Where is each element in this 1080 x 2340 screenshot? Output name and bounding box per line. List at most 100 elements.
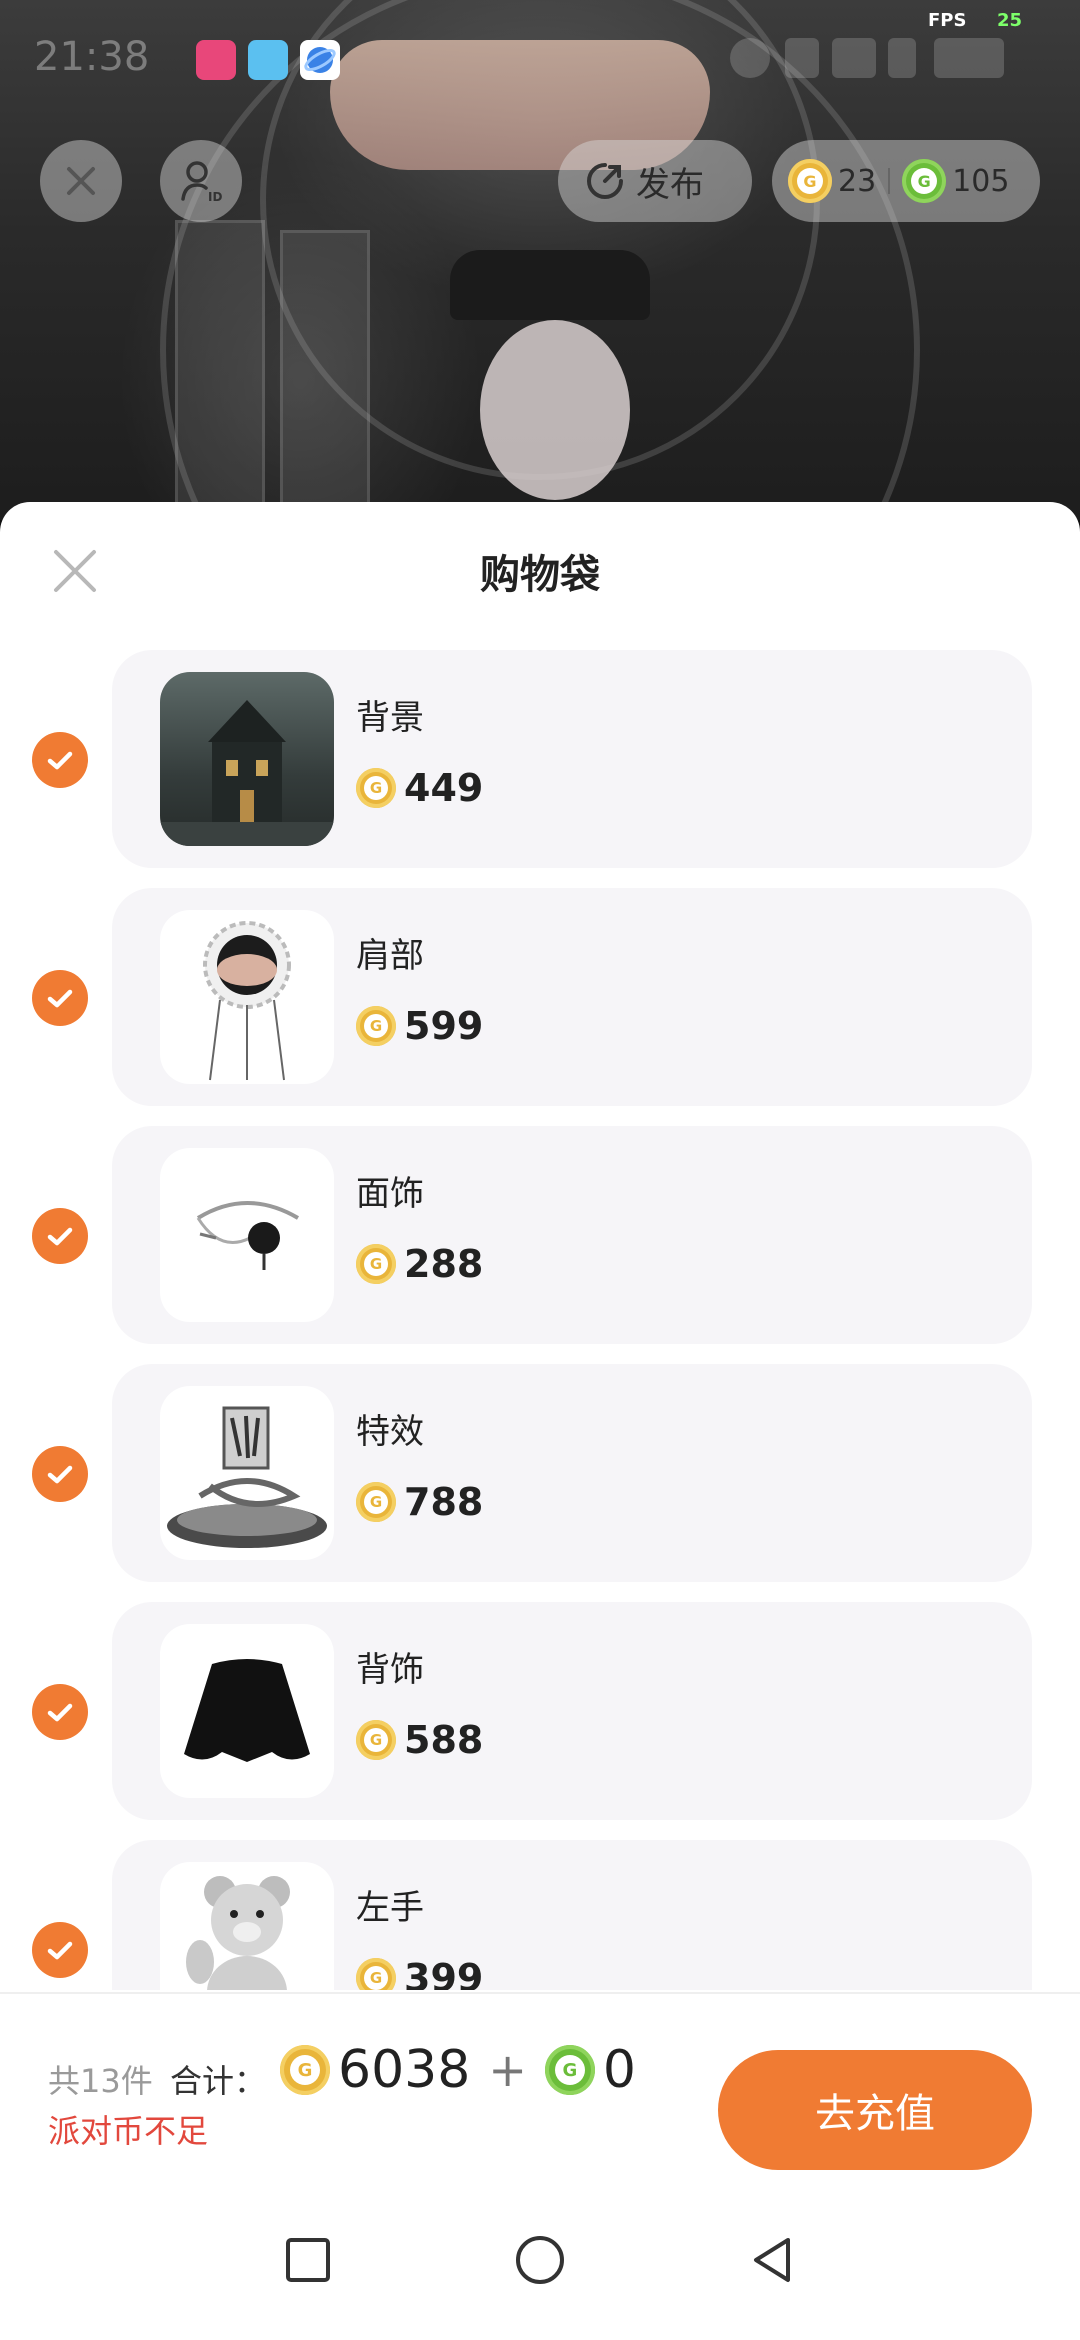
teddy-bear-thumbnail [160, 1862, 334, 1990]
mute-icon [785, 38, 819, 78]
square-icon [286, 2238, 330, 2282]
face-chain-thumbnail [160, 1148, 334, 1322]
recents-button[interactable] [278, 2230, 338, 2290]
checkmark-icon [47, 1465, 73, 1484]
checkmark-icon [47, 1703, 73, 1722]
effect-swirl-thumbnail [160, 1386, 334, 1560]
gold-coin-icon: G [356, 1482, 396, 1522]
checkmark-icon [47, 1941, 73, 1960]
globe-app-icon [300, 40, 340, 80]
item-card[interactable]: 背饰 G 588 [112, 1602, 1032, 1820]
gold-coin-icon: G [280, 2045, 330, 2095]
cart-item: 左手 G 399 [0, 1840, 1080, 1990]
item-name: 背景 [356, 698, 424, 738]
green-balance: 105 [952, 163, 1010, 199]
video-app-icon [196, 40, 236, 80]
item-card[interactable]: 左手 G 399 [112, 1840, 1032, 1990]
item-checkbox[interactable] [32, 1922, 88, 1978]
checkmark-icon [47, 751, 73, 770]
item-price-value: 588 [404, 1718, 484, 1762]
checkout-bar: 共13件 合计： G 6038 + G 0 派对币不足 去充值 [0, 1992, 1080, 2170]
battery-icon [934, 38, 1004, 78]
green-coin-icon: G [902, 159, 947, 203]
item-checkbox[interactable] [32, 970, 88, 1026]
item-price: G 599 [356, 1004, 483, 1048]
publish-icon [587, 163, 623, 199]
svg-text:ID: ID [208, 190, 222, 204]
item-checkbox[interactable] [32, 1446, 88, 1502]
item-price-value: 288 [404, 1242, 484, 1286]
book-app-icon [248, 40, 288, 80]
item-count: 共13件 [48, 2062, 153, 2100]
signal-icon [888, 38, 916, 78]
gold-total: 6038 [338, 2040, 471, 2100]
item-name: 特效 [356, 1412, 424, 1452]
item-card[interactable]: 特效 G 788 [112, 1364, 1032, 1582]
circle-icon [516, 2236, 564, 2284]
item-price-value: 399 [404, 1956, 484, 1990]
gold-coin-icon: G [788, 159, 832, 203]
item-name: 面饰 [356, 1174, 424, 1214]
item-price: G 449 [356, 766, 483, 810]
total-label: 合计： [170, 2062, 267, 2100]
item-name: 背饰 [356, 1650, 424, 1690]
gold-coin-icon: G [356, 768, 396, 808]
green-coin-icon: G [544, 2045, 595, 2095]
item-card[interactable]: 面饰 G 288 [112, 1126, 1032, 1344]
item-price: G 288 [356, 1242, 483, 1286]
item-checkbox[interactable] [32, 1208, 88, 1264]
fps-value: 25 [997, 10, 1023, 31]
item-price: G 788 [356, 1480, 483, 1524]
item-price-value: 599 [404, 1004, 484, 1048]
cart-item-list[interactable]: 背景 G 449 肩部 G 599 面饰 G 288 特效 G 788 背饰 G… [0, 650, 1080, 1990]
item-name: 左手 [356, 1888, 424, 1928]
cart-item: 背景 G 449 [0, 650, 1080, 868]
gold-balance: 23 [838, 163, 877, 199]
cart-item: 特效 G 788 [0, 1364, 1080, 1582]
user-id-icon: ID [181, 161, 222, 204]
publish-button[interactable]: 发布 [558, 140, 752, 222]
currency-balance[interactable]: G 23 G 105 [772, 140, 1040, 222]
gold-coin-icon: G [356, 1720, 396, 1760]
checkmark-icon [47, 1227, 73, 1246]
user-id-button[interactable]: ID [160, 140, 242, 222]
recharge-button[interactable]: 去充值 [718, 2050, 1032, 2170]
publish-label: 发布 [636, 164, 704, 205]
close-icon [67, 167, 95, 195]
green-total: 0 [602, 2040, 636, 2100]
balance-divider [888, 168, 891, 194]
wifi-icon [832, 38, 876, 78]
item-price: G 588 [356, 1718, 483, 1762]
insufficient-funds-warning: 派对币不足 [48, 2112, 209, 2150]
total-amount: G 6038 + G 0 [280, 2040, 636, 2100]
plus-sign: + [488, 2043, 527, 2097]
item-price-value: 788 [404, 1480, 484, 1524]
gold-coin-icon: G [356, 1006, 396, 1046]
gold-coin-icon: G [356, 1244, 396, 1284]
fps-label: FPS [928, 10, 967, 31]
back-button[interactable] [742, 2230, 802, 2290]
sheet-title: 购物袋 [480, 552, 600, 598]
status-bar: 21:38 FPS 25 [0, 0, 1080, 110]
shoulder-hand-thumbnail [160, 910, 334, 1084]
gold-coin-icon: G [356, 1958, 396, 1990]
status-time: 21:38 [34, 34, 150, 80]
back-triangle-icon [754, 2238, 790, 2282]
cart-item: 肩部 G 599 [0, 888, 1080, 1106]
home-button[interactable] [510, 2230, 570, 2290]
system-nav-bar [0, 2180, 1080, 2340]
item-card[interactable]: 背景 G 449 [112, 650, 1032, 868]
item-card[interactable]: 肩部 G 599 [112, 888, 1032, 1106]
item-price: G 399 [356, 1956, 483, 1990]
item-checkbox[interactable] [32, 732, 88, 788]
checkmark-icon [47, 989, 73, 1008]
cart-item: 背饰 G 588 [0, 1602, 1080, 1820]
black-cape-thumbnail [160, 1624, 334, 1798]
alarm-icon [730, 38, 770, 78]
item-price-value: 449 [404, 766, 484, 810]
item-name: 肩部 [356, 936, 424, 976]
close-preview-button[interactable] [40, 140, 122, 222]
cart-item: 面饰 G 288 [0, 1126, 1080, 1344]
shopping-bag-sheet: 购物袋 背景 G 449 肩部 G 599 面饰 G 288 特效 G 788 … [0, 502, 1080, 2340]
item-checkbox[interactable] [32, 1684, 88, 1740]
